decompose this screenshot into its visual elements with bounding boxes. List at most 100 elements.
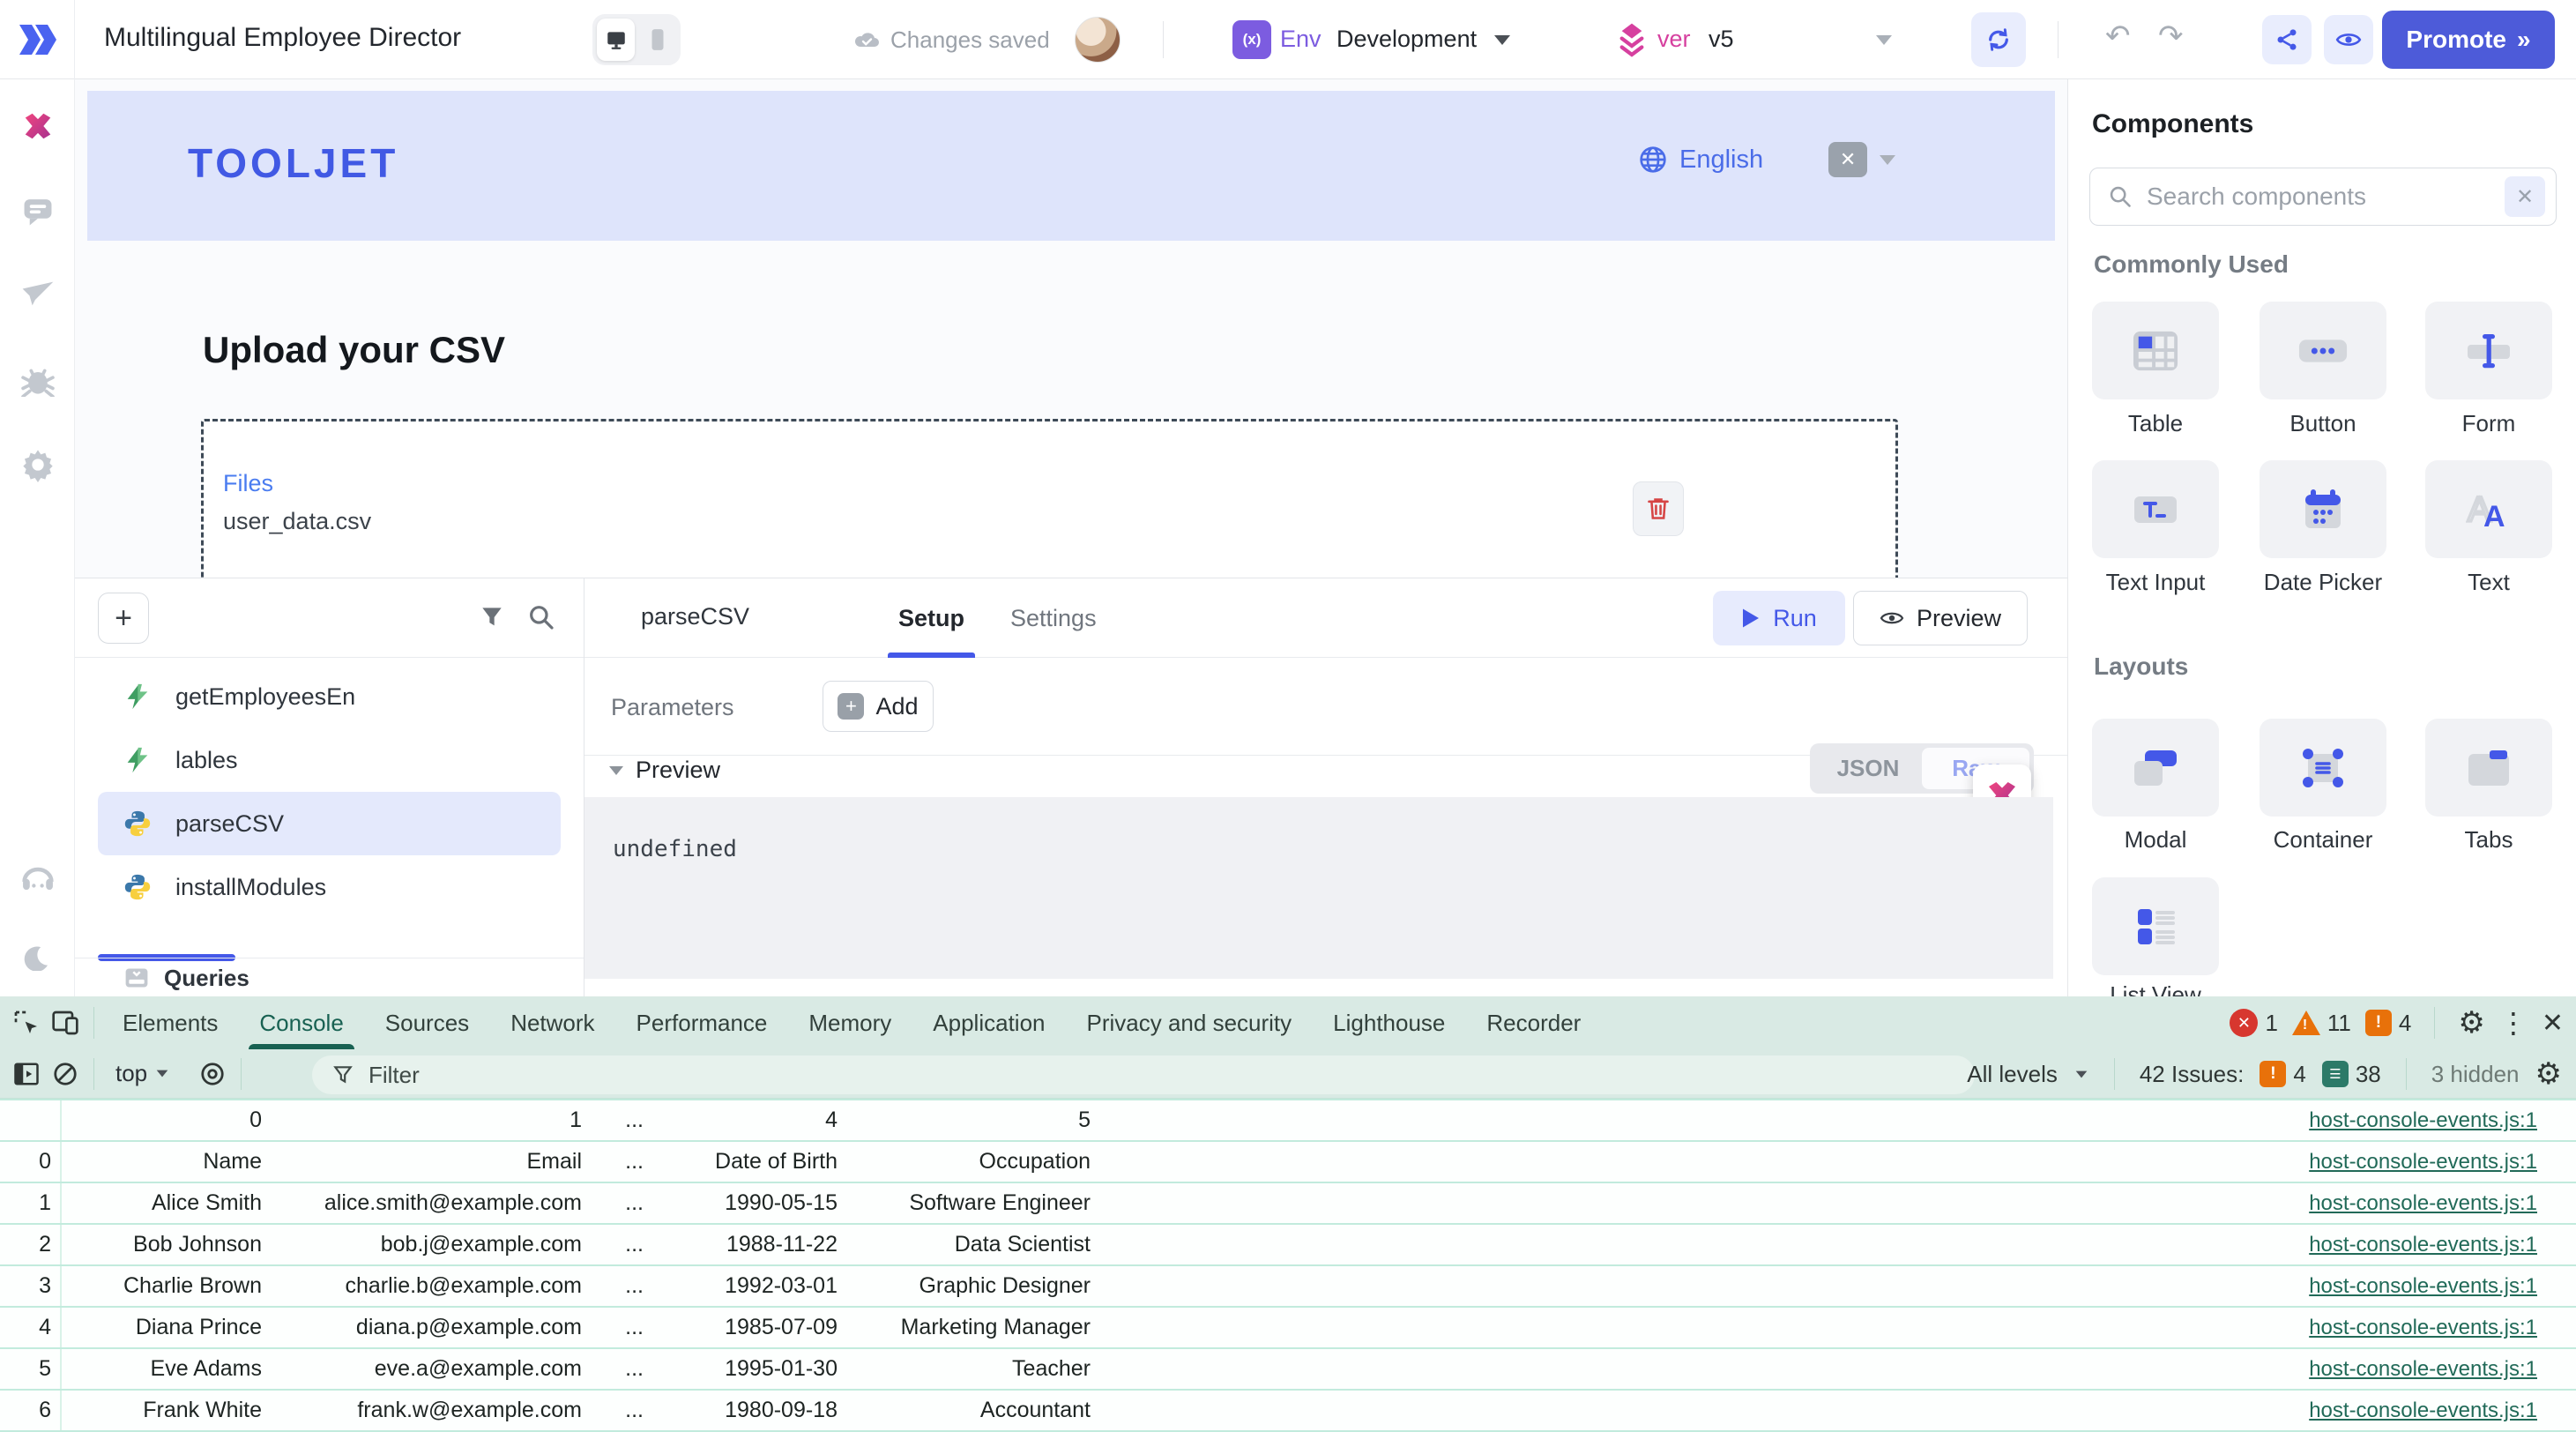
- avatar[interactable]: [1075, 17, 1120, 63]
- promote-button[interactable]: Promote »: [2382, 11, 2555, 69]
- sidebar-support-button[interactable]: [19, 860, 56, 897]
- desktop-toggle-button[interactable]: [597, 19, 635, 61]
- issues-icon[interactable]: !: [2365, 1010, 2392, 1036]
- console-output[interactable]: 0 1 ... 4 5 host-console-events.js:1 0 N…: [0, 1099, 2576, 1432]
- undo-button[interactable]: ↶: [2105, 21, 2131, 51]
- query-item-lables[interactable]: lables: [98, 728, 561, 792]
- query-item-getEmployeesEn[interactable]: getEmployeesEn: [98, 665, 561, 728]
- language-select[interactable]: English ✕: [1639, 142, 1895, 177]
- app-name[interactable]: Multilingual Employee Director: [104, 23, 483, 53]
- sidebar-settings-button[interactable]: [19, 446, 56, 483]
- component-card-list-view[interactable]: [2092, 877, 2219, 975]
- console-settings-gear-icon[interactable]: ⚙: [2535, 1056, 2562, 1092]
- component-card-container[interactable]: [2260, 719, 2386, 817]
- hidden-messages-label[interactable]: 3 hidden: [2431, 1061, 2520, 1088]
- devtools-tab[interactable]: Recorder: [1486, 996, 1581, 1049]
- device-toolbar-button[interactable]: [46, 1003, 85, 1042]
- messages-icon: ☰: [2322, 1061, 2349, 1087]
- devtools-tab[interactable]: Elements: [123, 996, 218, 1049]
- run-query-button[interactable]: Run: [1713, 591, 1845, 645]
- add-query-button[interactable]: +: [98, 593, 149, 644]
- query-item-installModules[interactable]: installModules: [98, 855, 561, 919]
- devtools-tab[interactable]: Network: [510, 996, 594, 1049]
- component-card-text[interactable]: A A: [2425, 460, 2552, 558]
- console-source-link[interactable]: host-console-events.js:1: [2309, 1316, 2537, 1340]
- devtools-tab[interactable]: Memory: [808, 996, 891, 1049]
- component-card-form[interactable]: [2425, 302, 2552, 399]
- search-clear-button[interactable]: ✕: [2505, 176, 2545, 217]
- component-card-date-picker[interactable]: [2260, 460, 2386, 558]
- component-card-button[interactable]: [2260, 302, 2386, 399]
- dark-mode-toggle[interactable]: [19, 939, 56, 976]
- file-picker-widget[interactable]: Files user_data.csv: [201, 419, 1898, 578]
- divider: [93, 1007, 94, 1039]
- devtools-tab[interactable]: Privacy and security: [1087, 996, 1292, 1049]
- console-filter[interactable]: [312, 1055, 1975, 1094]
- devtools-kebab-menu-icon[interactable]: ⋮: [2499, 1006, 2528, 1040]
- devtools-tab[interactable]: Lighthouse: [1333, 996, 1445, 1049]
- preview-query-button[interactable]: Preview: [1853, 591, 2028, 645]
- devtools-tab[interactable]: Performance: [637, 996, 768, 1049]
- preview-section-toggle[interactable]: Preview: [609, 757, 720, 784]
- sidebar-send-button[interactable]: [19, 275, 56, 312]
- env-chevron-down-icon[interactable]: [1494, 35, 1510, 45]
- console-source-link[interactable]: host-console-events.js:1: [2309, 1233, 2537, 1257]
- query-editor-tab[interactable]: Setup: [893, 578, 970, 658]
- mobile-toggle-button[interactable]: [638, 19, 676, 61]
- inspect-element-button[interactable]: [7, 1003, 46, 1042]
- search-queries-icon[interactable]: [527, 603, 555, 631]
- devtools-tab[interactable]: Console: [259, 996, 343, 1049]
- console-filter-input[interactable]: [367, 1061, 1955, 1090]
- tooljet-logo[interactable]: [0, 0, 75, 79]
- console-source-link[interactable]: host-console-events.js:1: [2309, 1191, 2537, 1216]
- issues-label[interactable]: 42 Issues:: [2140, 1061, 2245, 1088]
- filter-queries-icon[interactable]: [478, 603, 506, 631]
- app-header-widget[interactable]: TOOLJET English ✕: [87, 91, 2055, 241]
- mobile-icon: [651, 28, 665, 51]
- sidebar-comments-button[interactable]: [19, 193, 56, 230]
- version-chevron-down-icon[interactable]: [1876, 35, 1892, 45]
- component-card-modal[interactable]: [2092, 719, 2219, 817]
- release-button[interactable]: [1971, 12, 2026, 67]
- preview-button-label: Preview: [1917, 605, 2001, 632]
- warning-icon[interactable]: !: [2292, 1011, 2320, 1035]
- device-toggle[interactable]: [592, 14, 681, 65]
- share-button[interactable]: [2262, 15, 2312, 64]
- console-source-link[interactable]: host-console-events.js:1: [2309, 1150, 2537, 1175]
- query-title[interactable]: parseCSV: [641, 603, 749, 630]
- queries-footer[interactable]: Queries: [75, 958, 584, 996]
- sidebar-debugger-button[interactable]: [19, 362, 56, 399]
- json-toggle-button[interactable]: JSON: [1814, 748, 1922, 789]
- devtools-close-icon[interactable]: ✕: [2542, 1008, 2564, 1039]
- language-chevron-down-icon[interactable]: [1880, 155, 1895, 165]
- components-panel: Components ✕ Commonly Used Table Button: [2067, 79, 2576, 996]
- console-source-link[interactable]: host-console-events.js:1: [2309, 1108, 2537, 1133]
- sidebar-pages-button[interactable]: [19, 108, 56, 145]
- add-parameter-button[interactable]: + Add: [823, 681, 934, 732]
- query-editor-tab[interactable]: Settings: [1005, 578, 1102, 658]
- component-card-table[interactable]: [2092, 302, 2219, 399]
- console-source-link[interactable]: host-console-events.js:1: [2309, 1274, 2537, 1299]
- component-card-text-input[interactable]: [2092, 460, 2219, 558]
- delete-file-button[interactable]: [1633, 481, 1684, 536]
- query-item-parseCSV[interactable]: parseCSV: [98, 792, 561, 855]
- clear-console-button[interactable]: [46, 1055, 85, 1093]
- levels-dropdown[interactable]: All levels: [1967, 1061, 2058, 1088]
- language-clear-button[interactable]: ✕: [1828, 142, 1867, 177]
- app-preview-button[interactable]: [2324, 15, 2373, 64]
- console-source-link[interactable]: host-console-events.js:1: [2309, 1357, 2537, 1382]
- component-card-tabs[interactable]: [2425, 719, 2552, 817]
- components-search[interactable]: ✕: [2089, 168, 2557, 226]
- topbar: Multilingual Employee Director Changes s…: [0, 0, 2576, 79]
- console-source-link[interactable]: host-console-events.js:1: [2309, 1398, 2537, 1423]
- error-badge-icon[interactable]: ✕: [2230, 1009, 2258, 1037]
- devtools-tab[interactable]: Application: [933, 996, 1045, 1049]
- app-canvas[interactable]: TOOLJET English ✕ Upload your CSV Files …: [75, 79, 2067, 578]
- context-selector[interactable]: top: [115, 1060, 147, 1087]
- live-expression-button[interactable]: [193, 1055, 232, 1093]
- devtools-tab[interactable]: Sources: [385, 996, 469, 1049]
- devtools-settings-gear-icon[interactable]: ⚙: [2458, 1005, 2484, 1040]
- components-search-input[interactable]: [2145, 182, 2492, 212]
- redo-button[interactable]: ↷: [2158, 21, 2184, 51]
- console-sidebar-button[interactable]: [7, 1055, 46, 1093]
